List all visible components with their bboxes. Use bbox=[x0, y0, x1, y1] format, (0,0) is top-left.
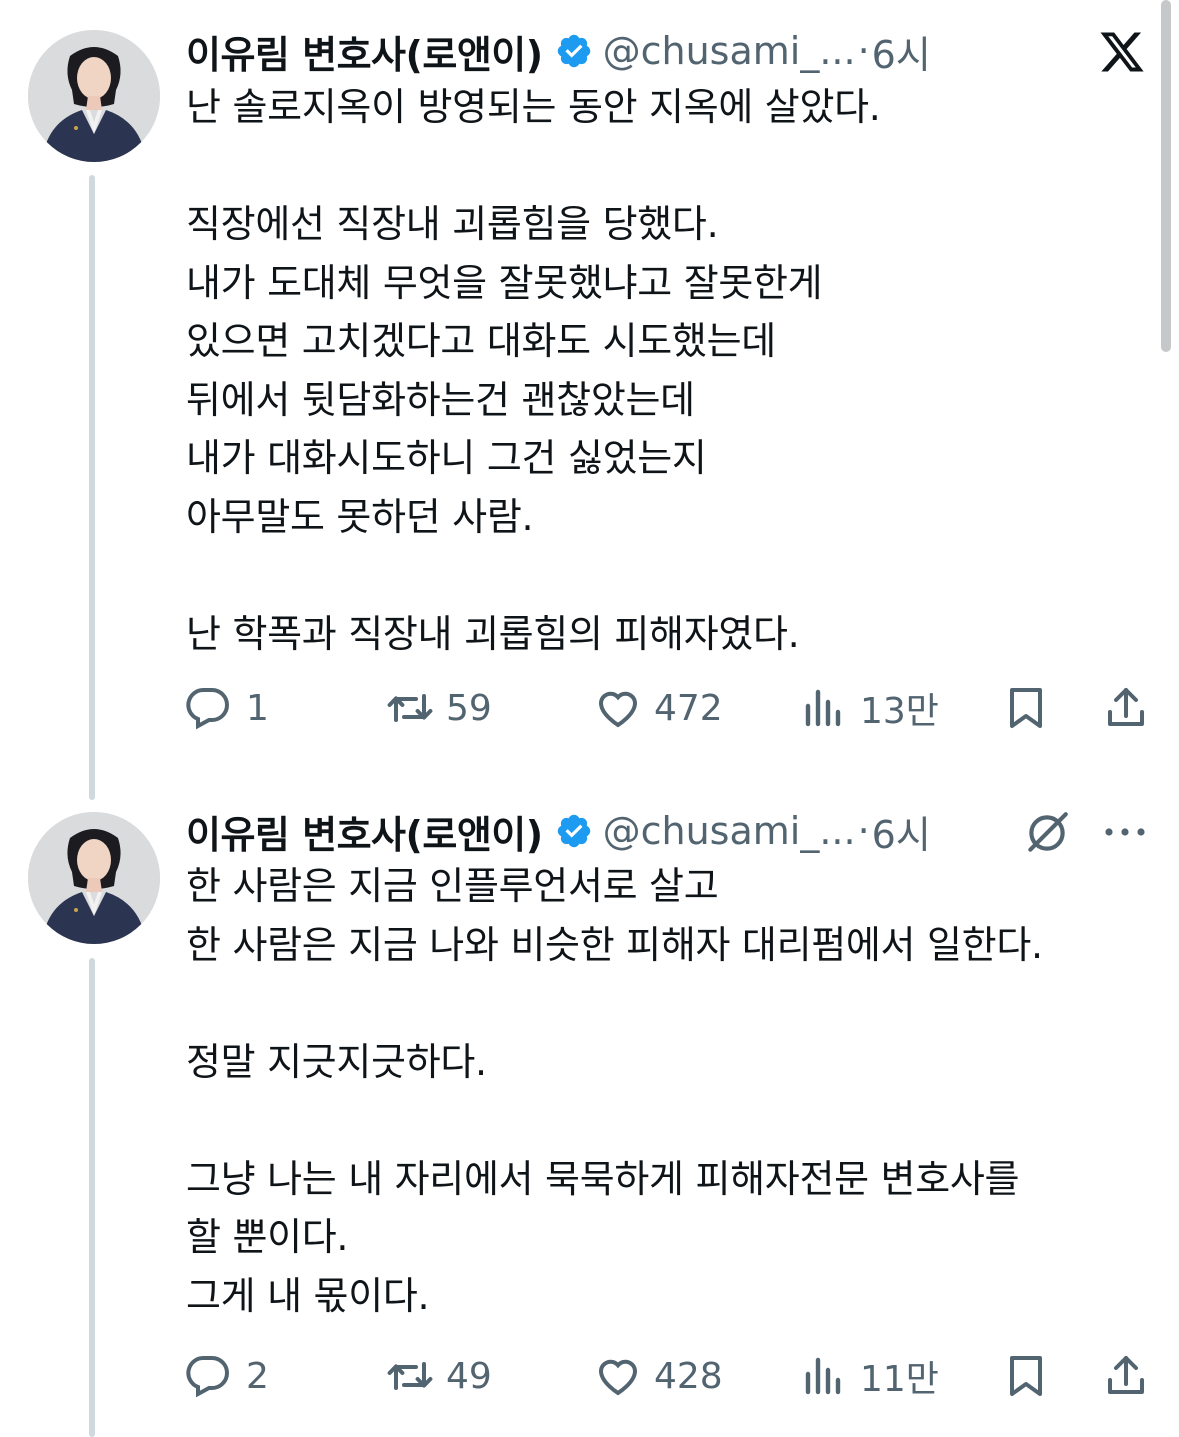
verified-badge-icon bbox=[557, 814, 590, 848]
retweet-button[interactable]: 49 bbox=[386, 1346, 492, 1406]
views-count: 11만 bbox=[860, 1359, 939, 1400]
tweet-2[interactable]: 이유림 변호사(로앤이) @chusami_... · 6시 한 사람은 지금 … bbox=[0, 0, 1179, 1437]
views-button[interactable]: 11만 bbox=[800, 1346, 939, 1406]
retweet-icon bbox=[387, 1362, 433, 1390]
author-handle[interactable]: @chusami_... bbox=[603, 809, 856, 853]
avatar[interactable] bbox=[28, 812, 160, 944]
like-icon bbox=[598, 1359, 638, 1396]
share-icon bbox=[1108, 1356, 1144, 1394]
reply-count: 2 bbox=[246, 1355, 269, 1397]
bookmark-button[interactable] bbox=[1002, 1346, 1050, 1406]
more-icon[interactable] bbox=[1103, 820, 1147, 844]
separator-dot: · bbox=[857, 809, 870, 853]
views-icon bbox=[805, 1357, 841, 1395]
tweet-actions: 2 49 428 11만 bbox=[186, 1346, 1152, 1406]
retweet-count: 49 bbox=[446, 1355, 492, 1397]
grok-icon[interactable] bbox=[1022, 808, 1072, 858]
reply-icon bbox=[186, 1355, 229, 1398]
reply-button[interactable]: 2 bbox=[186, 1346, 269, 1406]
thread-line bbox=[89, 958, 95, 1437]
like-button[interactable]: 428 bbox=[594, 1346, 723, 1406]
bookmark-icon bbox=[1010, 1356, 1042, 1396]
tweet-header: 이유림 변호사(로앤이) @chusami_... · 6시 bbox=[186, 804, 931, 859]
like-count: 428 bbox=[654, 1355, 723, 1397]
tweet-time[interactable]: 6시 bbox=[872, 804, 931, 859]
author-name[interactable]: 이유림 변호사(로앤이) bbox=[186, 804, 543, 859]
share-button[interactable] bbox=[1102, 1346, 1150, 1406]
tweet-text: 한 사람은 지금 인플루언서로 살고 한 사람은 지금 나와 비슷한 피해자 대… bbox=[186, 864, 1043, 1318]
